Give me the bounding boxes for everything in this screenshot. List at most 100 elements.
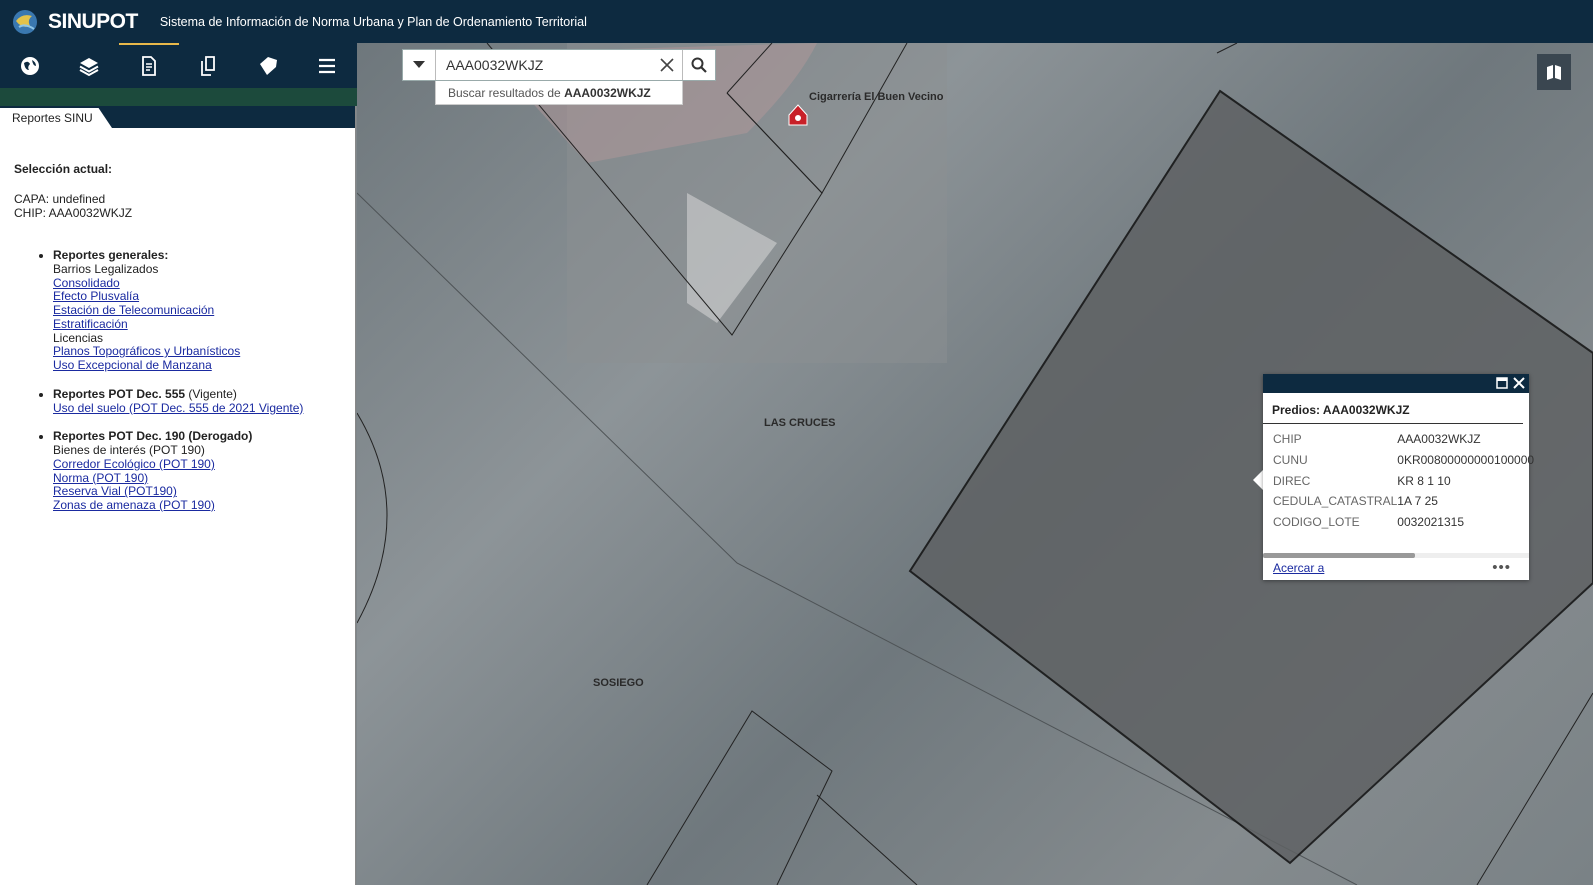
search-source-dropdown[interactable]: [403, 50, 436, 80]
report-list: Barrios Legalizados Consolidado Efecto Plu…: [53, 262, 355, 373]
tag-icon: [259, 56, 277, 75]
map-widget-button[interactable]: [1537, 54, 1571, 90]
report-group-title-suffix: (Vigente): [185, 386, 237, 401]
attribute-name: CHIP: [1273, 432, 1302, 447]
report-link[interactable]: Corredor Ecológico (POT 190): [53, 457, 215, 471]
globe-icon: [20, 56, 39, 75]
tab-reportes-sinu[interactable]: Reportes SINU: [0, 108, 112, 128]
report-label: Bienes de interés (POT 190): [53, 443, 205, 458]
report-link[interactable]: Uso del suelo (POT Dec. 555 de 2021 Vige…: [53, 401, 303, 415]
attribute-name: CEDULA_CATASTRAL: [1273, 494, 1398, 509]
attribute-value: 0KR00800000000100000: [1397, 453, 1535, 468]
report-list-item: Norma (POT 190): [53, 471, 355, 486]
report-list-item: Efecto Plusvalía: [53, 290, 355, 304]
reports-panel: Reportes SINU Selección actual: CAPA: un…: [0, 106, 356, 885]
toolbar: [0, 43, 357, 88]
report-group-title-text: Reportes POT Dec. 190 (Derogado): [53, 429, 253, 444]
report-group-title: Reportes POT Dec. 555 (Vigente): [53, 387, 355, 402]
poi-label: Cigarrería El Buen Vecino: [809, 91, 944, 103]
caret-down-icon: [413, 61, 425, 68]
neighborhood-label-las-cruces: LAS CRUCES: [764, 417, 836, 429]
report-list-item: Planos Topográficos y Urbanísticos: [53, 344, 355, 359]
popup-title: Predios: AAA0032WKJZ: [1263, 393, 1523, 424]
report-list-item: Consolidado: [53, 276, 355, 291]
report-list: Bienes de interés (POT 190) Corredor Ecol…: [53, 443, 355, 513]
report-link[interactable]: Estratificación: [53, 317, 128, 331]
attribute-row: DIREC KR 8 1 10: [1273, 470, 1534, 491]
report-link[interactable]: Estación de Telecomunicación: [53, 303, 214, 317]
search-icon: [691, 57, 707, 73]
report-list-item: Uso del suelo (POT Dec. 555 de 2021 Vige…: [53, 401, 355, 416]
search-box: [402, 49, 716, 81]
report-group-title: Reportes POT Dec. 190 (Derogado): [53, 429, 355, 444]
report-group: Reportes generales:Barrios LegalizadosCo…: [53, 248, 355, 373]
report-link[interactable]: Planos Topográficos y Urbanísticos: [53, 344, 240, 358]
menu-icon: [319, 58, 336, 73]
sinupot-logo-icon: [13, 9, 37, 34]
app-title: SINUPOT: [48, 9, 138, 33]
report-list-item: Bienes de interés (POT 190): [53, 443, 355, 458]
basemap-button[interactable]: [0, 43, 60, 88]
report-list: Uso del suelo (POT Dec. 555 de 2021 Vige…: [53, 401, 355, 416]
search-suggestion[interactable]: Buscar resultados de AAA0032WKJZ: [435, 81, 683, 105]
report-list-item: Zonas de amenaza (POT 190): [53, 498, 355, 513]
chip-line: CHIP: AAA0032WKJZ: [14, 206, 133, 220]
attribute-value: 0032021315: [1397, 515, 1465, 530]
menu-button[interactable]: [298, 43, 358, 88]
report-icon: [141, 55, 156, 76]
report-list-item: Reserva Vial (POT190): [53, 485, 355, 499]
toolbar-strip: [0, 88, 357, 106]
panel-tab-bar: Reportes SINU: [0, 106, 355, 128]
attribute-value: KR 8 1 10: [1397, 473, 1451, 488]
panel-body: Selección actual: CAPA: undefined CHIP: …: [0, 128, 355, 513]
attribute-name: CUNU: [1273, 453, 1308, 468]
maximize-icon[interactable]: [1495, 376, 1509, 390]
report-label: Licencias: [53, 330, 104, 345]
close-icon: [660, 58, 674, 72]
attribute-name: DIREC: [1273, 473, 1311, 488]
report-link[interactable]: Efecto Plusvalía: [53, 289, 139, 304]
popup-footer: Acercar a •••: [1263, 558, 1529, 580]
suggestion-term: AAA0032WKJZ: [564, 86, 651, 100]
attribute-row: CUNU 0KR00800000000100000: [1273, 450, 1534, 471]
map-book-icon: [1547, 65, 1561, 80]
report-link[interactable]: Zonas de amenaza (POT 190): [53, 498, 215, 512]
report-group: Reportes POT Dec. 190 (Derogado)Bienes d…: [53, 429, 355, 513]
app-subtitle: Sistema de Información de Norma Urbana y…: [159, 14, 587, 29]
reports-button[interactable]: [119, 43, 179, 88]
report-list-item: Estación de Telecomunicación: [53, 303, 355, 318]
attribute-name: CODIGO_LOTE: [1273, 515, 1360, 530]
app-header: SINUPOT Sistema de Información de Norma …: [0, 0, 1593, 43]
report-link[interactable]: Reserva Vial (POT190): [53, 484, 177, 499]
popup-pointer: [1253, 470, 1263, 490]
search-input[interactable]: [436, 50, 652, 80]
tag-button[interactable]: [238, 43, 298, 88]
suggestion-prefix: Buscar resultados de: [448, 86, 565, 100]
popup-header: [1263, 374, 1529, 393]
search-submit-button[interactable]: [682, 50, 715, 80]
report-group: Reportes POT Dec. 555 (Vigente)Uso del s…: [53, 387, 355, 416]
attribute-row: CEDULA_CATASTRAL 1A 7 25: [1273, 491, 1534, 512]
more-actions-button[interactable]: •••: [1492, 559, 1511, 576]
clear-search-button[interactable]: [652, 50, 682, 80]
attribute-row: CODIGO_LOTE 0032021315: [1273, 512, 1534, 533]
layers-icon: [79, 57, 99, 76]
zoom-to-link[interactable]: Acercar a: [1273, 561, 1324, 575]
report-list-item: Corredor Ecológico (POT 190): [53, 457, 355, 472]
copy-button[interactable]: [179, 43, 239, 88]
report-link[interactable]: Uso Excepcional de Manzana: [53, 358, 212, 372]
layers-button[interactable]: [60, 43, 120, 88]
feature-popup: Predios: AAA0032WKJZ CHIP AAA0032WKJZ CUNU…: [1263, 374, 1534, 580]
attributes-table: CHIP AAA0032WKJZ CUNU 0KR00800000000100000 D…: [1273, 429, 1534, 532]
report-link[interactable]: Norma (POT 190): [53, 471, 148, 485]
report-groups: Reportes generales:Barrios LegalizadosCo…: [14, 248, 355, 513]
report-link[interactable]: Consolidado: [53, 276, 120, 290]
report-label: Barrios Legalizados: [53, 262, 159, 276]
copy-icon: [201, 55, 216, 76]
attribute-value: 1A 7 25: [1397, 494, 1438, 509]
attribute-row: CHIP AAA0032WKJZ: [1273, 429, 1534, 450]
report-list-item: Estratificación: [53, 317, 355, 332]
close-popup-icon[interactable]: [1512, 376, 1526, 390]
report-list-item: Barrios Legalizados: [53, 262, 355, 277]
report-list-item: Licencias: [53, 330, 355, 346]
